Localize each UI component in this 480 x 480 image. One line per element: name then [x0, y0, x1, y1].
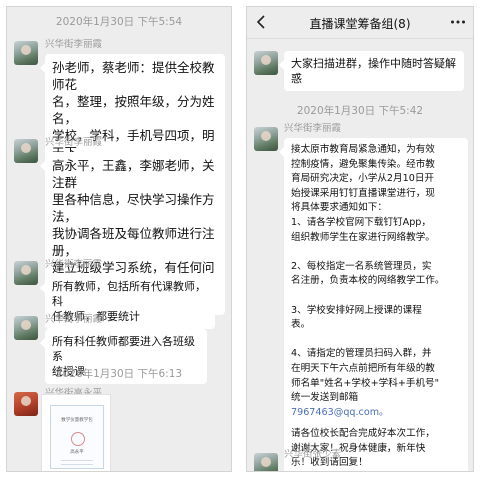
message-bubble[interactable]: 大家扫描进群，操作中随时答疑解 惑 [279, 51, 464, 91]
avatar[interactable] [254, 51, 278, 75]
sender-name: 兴华街张少素 [284, 449, 342, 460]
avatar[interactable] [14, 316, 38, 340]
left-chat-panel: 2020年1月30日 下午5:54 兴华街李丽霞 孙老师，蔡老师：提供全校教师花… [6, 6, 232, 472]
avatar[interactable] [14, 261, 38, 285]
timestamp: 2020年1月30日 下午6:13 [55, 368, 183, 380]
document-line [61, 464, 93, 465]
seal-icon [71, 432, 85, 446]
chat-title: 直播课堂筹备组(8) [309, 17, 411, 31]
sender-name: 兴华街李丽霞 [45, 314, 103, 325]
email-link[interactable]: 7967463@qq.com。 [291, 406, 461, 421]
timestamp: 2020年1月30日 下午5:42 [296, 105, 424, 117]
message-text: 接太原市教育局紧急通知，为有效 控制疫情，避免聚集传染。经市教 育局研究决定，小… [291, 144, 445, 404]
sender-name: 兴华街李丽霞 [284, 123, 342, 134]
timestamp: 2020年1月30日 下午5:54 [55, 16, 183, 28]
document-caption: 数学仪量教学包 [61, 418, 93, 423]
avatar[interactable] [14, 41, 38, 65]
document-name: 高永平 [70, 450, 84, 455]
back-arrow-icon[interactable] [253, 13, 271, 31]
avatar[interactable] [14, 139, 38, 163]
message-bubble[interactable]: 接太原市教育局紧急通知，为有效 控制疫情，避免聚集传染。经市教 育局研究决定，小… [279, 138, 468, 471]
message-text: 大家扫描进群，操作中随时答疑解 惑 [291, 57, 456, 85]
sender-name: 兴华街李丽霞 [45, 137, 103, 148]
avatar[interactable] [254, 127, 278, 151]
right-chat-panel: 直播课堂筹备组(8) 大家扫描进群，操作中随时答疑解 惑 2020年1月30日 … [246, 6, 474, 472]
document-line [61, 460, 93, 461]
document-image-message[interactable]: 数学仪量教学包 高永平 [41, 394, 111, 471]
sender-name: 兴华街李丽霞 [45, 259, 103, 270]
sender-name: 兴华街李丽霞 [45, 39, 103, 50]
chat-header: 直播课堂筹备组(8) [247, 7, 473, 39]
certificate-thumbnail: 数学仪量教学包 高永平 [50, 405, 104, 469]
avatar[interactable] [254, 453, 278, 471]
more-options-icon[interactable] [449, 13, 467, 31]
avatar[interactable] [14, 392, 38, 416]
